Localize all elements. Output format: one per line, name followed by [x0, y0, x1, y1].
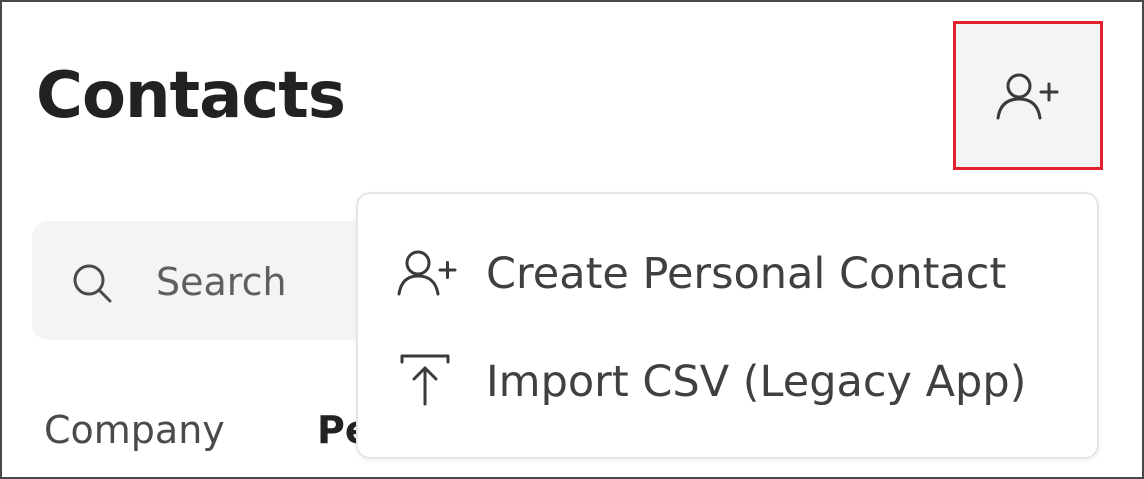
add-contact-menu: Create Personal Contact Import CSV (Lega… — [356, 192, 1099, 459]
add-contact-button[interactable] — [953, 21, 1103, 170]
add-person-icon — [397, 250, 457, 296]
upload-icon — [400, 354, 450, 406]
menu-item-label: Create Personal Contact — [486, 249, 1007, 299]
tab-company[interactable]: Company — [44, 406, 225, 454]
menu-item-import-csv[interactable]: Import CSV (Legacy App) — [358, 332, 1097, 432]
menu-item-label: Import CSV (Legacy App) — [486, 357, 1027, 407]
search-icon — [73, 264, 112, 303]
page-title: Contacts — [36, 59, 346, 133]
menu-item-create-personal-contact[interactable]: Create Personal Contact — [358, 224, 1097, 324]
search-placeholder: Search — [156, 260, 287, 304]
add-person-icon — [996, 73, 1059, 119]
search-input[interactable]: Search — [32, 221, 392, 340]
app-window: Contacts Search Company Pe Create Person… — [0, 0, 1144, 479]
